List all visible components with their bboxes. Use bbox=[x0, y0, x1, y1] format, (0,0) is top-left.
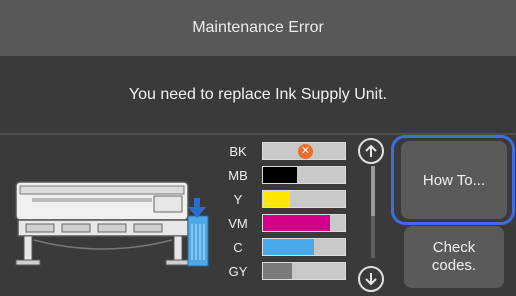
ink-label: BK bbox=[229, 143, 247, 159]
check-codes-button-label: Check codes. bbox=[431, 239, 477, 274]
how-to-button-label: How To... bbox=[422, 171, 486, 189]
arrow-up-icon bbox=[365, 144, 377, 157]
printer-illustration bbox=[15, 181, 209, 267]
ink-level-bar bbox=[262, 166, 346, 184]
ink-level-bar bbox=[262, 214, 346, 232]
ink-label: MB bbox=[228, 167, 248, 183]
ink-level-fill bbox=[263, 263, 292, 279]
down-arrow-icon bbox=[188, 198, 206, 218]
ink-level-bar: ✕ bbox=[262, 142, 346, 160]
ink-level-bar bbox=[262, 190, 346, 208]
ink-row: BK ✕ bbox=[226, 141, 346, 161]
ink-label: Y bbox=[233, 191, 243, 207]
ink-level-fill bbox=[263, 167, 298, 183]
ink-label: VM bbox=[228, 215, 248, 231]
check-codes-button[interactable]: Check codes. bbox=[404, 226, 504, 288]
ink-label: GY bbox=[228, 263, 248, 279]
ink-level-bar bbox=[262, 238, 346, 256]
ink-level-fill bbox=[263, 215, 331, 231]
scroll-down-button[interactable] bbox=[358, 266, 384, 292]
scrollbar-thumb[interactable] bbox=[371, 166, 375, 216]
ink-label: C bbox=[233, 239, 243, 255]
error-message-text: You need to replace Ink Supply Unit. bbox=[128, 86, 388, 103]
title-bar: Maintenance Error bbox=[0, 0, 516, 56]
ink-row: MB bbox=[226, 165, 346, 185]
error-message: You need to replace Ink Supply Unit. bbox=[0, 56, 516, 134]
ink-row: C bbox=[226, 237, 346, 257]
error-x-icon: ✕ bbox=[298, 144, 313, 159]
ink-level-fill bbox=[263, 191, 291, 207]
scroll-up-button[interactable] bbox=[358, 138, 384, 164]
ink-row: VM bbox=[226, 213, 346, 233]
ink-level-fill bbox=[263, 239, 314, 255]
ink-level-bar bbox=[262, 262, 346, 280]
page-title: Maintenance Error bbox=[192, 19, 324, 36]
how-to-button[interactable]: How To... bbox=[401, 141, 507, 219]
arrow-down-icon bbox=[365, 273, 377, 286]
ink-row: GY bbox=[226, 261, 346, 281]
ink-row: Y bbox=[226, 189, 346, 209]
